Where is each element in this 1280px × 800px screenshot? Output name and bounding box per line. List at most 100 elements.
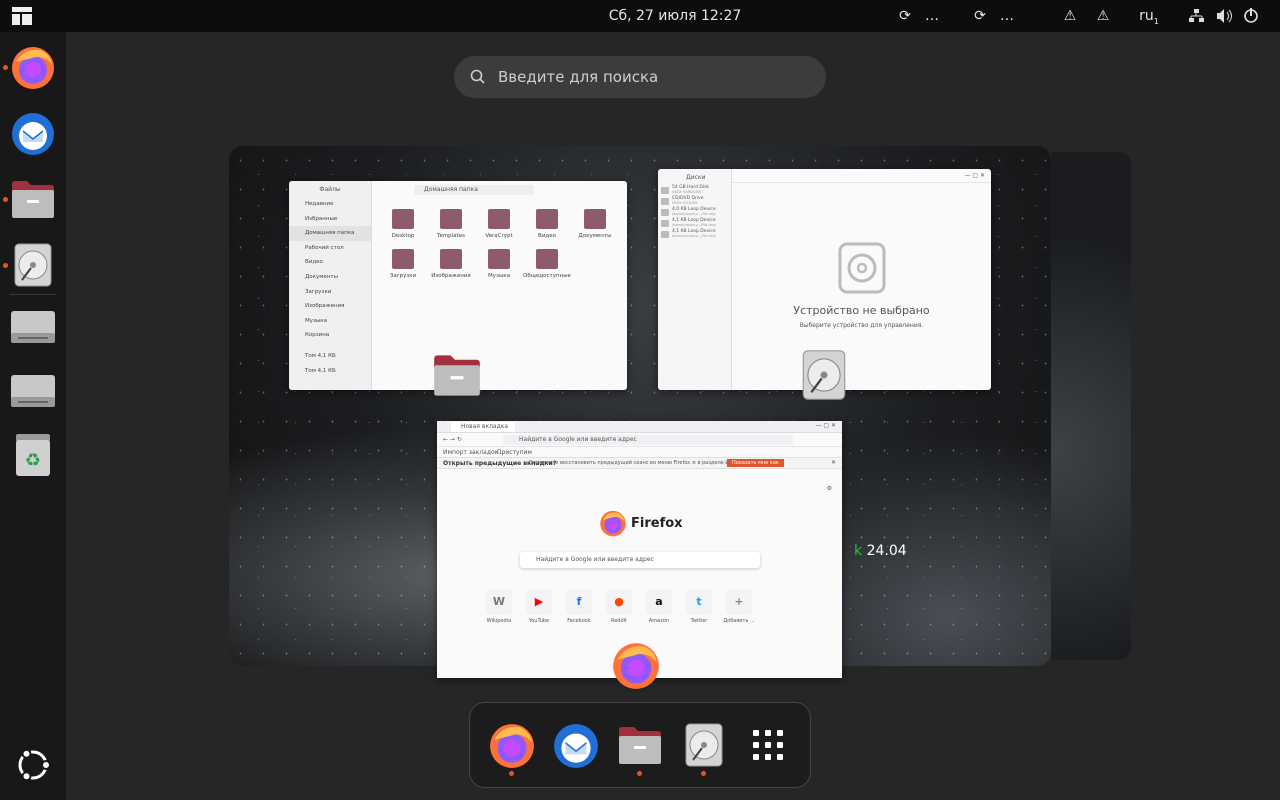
disk-icon [661, 220, 669, 227]
newtab-search-input[interactable]: Найдите в Google или введите адрес [520, 552, 760, 568]
disk-subtitle: VBOX CD-ROM [672, 201, 698, 205]
disk-list-item[interactable]: 4,1 KB Loop Device/home/ubuntu/.../file.… [658, 229, 731, 240]
system-menu[interactable] [1188, 0, 1268, 32]
files-sidebar-item[interactable]: Корзина [289, 328, 371, 343]
files-sidebar-item[interactable]: Недавние [289, 197, 371, 212]
show-apps-button[interactable] [743, 720, 793, 770]
files-sidebar-item[interactable]: Видео [289, 255, 371, 270]
dock-item-files[interactable] [3, 174, 58, 224]
shortcut-tile[interactable]: W Wikipedia [485, 589, 513, 624]
dash-item-files[interactable] [615, 720, 665, 776]
files-sidebar-item[interactable]: Избранные [289, 212, 371, 227]
dock-item-thunderbird[interactable] [8, 108, 58, 158]
files-sidebar-item[interactable]: Том 4,1 КБ [289, 364, 371, 379]
next-workspace-preview[interactable] [1051, 152, 1131, 660]
firefox-icon [12, 47, 54, 89]
window-controls[interactable]: — ▢ ✕ [964, 172, 985, 179]
folder-item[interactable]: Документы [570, 209, 620, 239]
shortcut-label: Twitter [690, 618, 708, 624]
search-box[interactable] [454, 56, 826, 98]
files-sidebar-item[interactable]: Рабочий стол [289, 241, 371, 256]
dock-item-drive-2[interactable] [8, 366, 58, 416]
overflow-indicator[interactable]: … [999, 0, 1015, 32]
files-sidebar-item[interactable]: Музыка [289, 314, 371, 329]
wallpaper-version-text: k 24.04 [854, 543, 907, 559]
folder-icon [392, 209, 414, 229]
shortcut-tile[interactable]: a Amazon [645, 589, 673, 624]
notice-action-button[interactable]: Показать мне как [727, 459, 784, 467]
firefox-wordmark: Firefox [631, 515, 683, 531]
disk-list-item[interactable]: CD/DVD Drive VBOX CD-ROM [658, 196, 731, 207]
folder-label: Изображения [431, 273, 471, 279]
dock: ♻ [0, 32, 66, 800]
dock-item-disks[interactable] [3, 240, 58, 290]
disk-list-item[interactable]: 4,1 KB Loop Device/home/ubuntu/.../file.… [658, 218, 731, 229]
settings-gear-icon[interactable]: ⚙ [827, 485, 832, 492]
shortcut-tile[interactable]: t Twitter [685, 589, 713, 624]
dash-item-disks[interactable] [679, 720, 729, 776]
clock[interactable]: Сб, 27 июля 12:27 [590, 0, 760, 32]
empty-state-subtitle: Выберите устройство для управления. [799, 322, 924, 329]
folder-item[interactable]: Видео [522, 209, 572, 239]
warning-icon[interactable]: ⚠ [1094, 0, 1112, 32]
top-bar: Сб, 27 июля 12:27 ⟳ … ⟳ … ⚠ ⚠ ru1 [0, 0, 1280, 32]
dock-item-trash[interactable]: ♻ [8, 430, 58, 480]
folder-label: Templates [437, 233, 465, 239]
firefox-logo-icon [600, 510, 626, 537]
dash-item-firefox[interactable] [487, 720, 537, 776]
disks-icon [685, 723, 723, 767]
svg-text:♻: ♻ [25, 450, 41, 471]
dock-item-drive-1[interactable] [8, 302, 58, 352]
disks-headerbar: — ▢ ✕ [732, 169, 991, 183]
running-indicator [701, 771, 706, 776]
trash-icon: ♻ [16, 434, 50, 476]
shortcut-tile[interactable]: ● Reddit [605, 589, 633, 624]
shortcut-tile[interactable]: f Facebook [565, 589, 593, 624]
window-controls[interactable]: — ▢ ✕ [815, 422, 836, 429]
files-sidebar-item[interactable]: Загрузки [289, 285, 371, 300]
files-path-bar[interactable]: Домашняя папка [414, 185, 534, 195]
url-bar[interactable]: Найдите в Google или введите адрес [503, 435, 793, 445]
bookmark-item[interactable]: Импорт закладок... [443, 449, 504, 456]
folder-item[interactable]: Общедоступные [522, 249, 572, 279]
disks-title: Диски [686, 174, 706, 181]
folder-item[interactable]: Desktop [378, 209, 428, 239]
folder-item[interactable]: VeraCrypt [474, 209, 524, 239]
bookmark-item[interactable]: Приступим [497, 449, 532, 456]
folder-icon [536, 209, 558, 229]
nav-buttons[interactable]: ← → ↻ [443, 436, 462, 443]
folder-label: Видео [538, 233, 556, 239]
search-input[interactable] [498, 68, 798, 86]
files-sidebar-item[interactable]: Домашняя папка [289, 226, 371, 241]
files-window-app-badge [432, 350, 482, 400]
ubuntu-logo-button[interactable] [8, 740, 58, 790]
tab-new-tab[interactable]: Новая вкладка [451, 422, 515, 432]
disk-icon [661, 198, 669, 205]
bookmarks-bar: Импорт закладок... Приступим [437, 447, 842, 457]
close-icon[interactable]: ✕ [831, 459, 836, 466]
warning-icon[interactable]: ⚠ [1061, 0, 1079, 32]
folder-item[interactable]: Загрузки [378, 249, 428, 279]
shortcut-tile[interactable]: + Добавить ... [723, 589, 755, 624]
folder-item[interactable]: Изображения [426, 249, 476, 279]
overflow-indicator[interactable]: … [924, 0, 940, 32]
folder-item[interactable]: Музыка [474, 249, 524, 279]
shortcut-tile[interactable]: ▶ YouTube [525, 589, 553, 624]
folder-item[interactable]: Templates [426, 209, 476, 239]
disks-sidebar: Диски 54 GB Hard Disk VBOX HARDDISK CD/DVD… [658, 169, 732, 390]
dock-item-firefox[interactable] [3, 42, 58, 92]
sync-icon[interactable]: ⟳ [896, 0, 914, 32]
disk-list-item[interactable]: 4,0 KB Loop Device/home/ubuntu/.../file.… [658, 207, 731, 218]
disk-subtitle: /home/ubuntu/.../file.img [672, 234, 716, 238]
files-sidebar-item[interactable]: Изображения [289, 299, 371, 314]
sync-icon[interactable]: ⟳ [971, 0, 989, 32]
files-sidebar-item[interactable]: Документы [289, 270, 371, 285]
folder-icon [584, 209, 606, 229]
dash-item-thunderbird[interactable] [551, 720, 601, 770]
disk-list-item[interactable]: 54 GB Hard Disk VBOX HARDDISK [658, 185, 731, 196]
keyboard-layout-indicator[interactable]: ru1 [1136, 0, 1162, 32]
activities-button[interactable] [10, 0, 34, 32]
shortcut-icon: t [686, 589, 712, 615]
files-sidebar-item[interactable]: Том 4,1 КБ [289, 349, 371, 364]
disk-icon [661, 209, 669, 216]
